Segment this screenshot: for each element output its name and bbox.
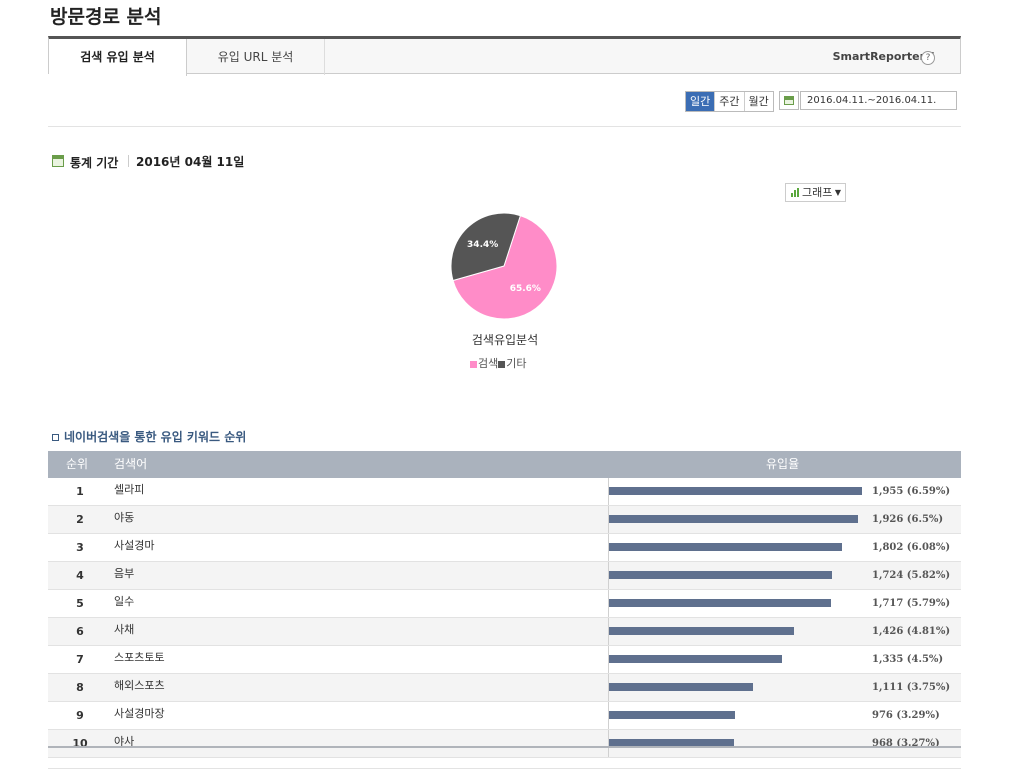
- row-keyword[interactable]: 야사: [114, 730, 134, 754]
- row-keyword[interactable]: 음부: [114, 562, 134, 586]
- pie-label-other: 34.4%: [467, 240, 498, 250]
- legend-item-other: 기타: [498, 355, 527, 371]
- inflow-bar: [609, 487, 862, 495]
- page-title: 방문경로 분석: [50, 6, 162, 28]
- help-icon[interactable]: ?: [921, 51, 935, 65]
- table-header: 순위 검색어 유입율: [48, 451, 961, 478]
- row-keyword[interactable]: 야동: [114, 506, 134, 530]
- row-rank: 5: [76, 597, 84, 610]
- period-toggle: 일간 주간 월간: [685, 91, 774, 112]
- graph-toggle-button[interactable]: 그래프 ▼: [785, 183, 846, 202]
- tab-bar: 검색 유입 분석 유입 URL 분석 SmartReporter™ ?: [48, 36, 961, 76]
- inflow-bar: [609, 711, 735, 719]
- row-inflow-value: 1,724 (5.82%): [872, 570, 951, 581]
- row-keyword[interactable]: 사설경마장: [114, 702, 165, 726]
- bar-chart-icon: [791, 188, 800, 197]
- table-row: 8 해외스포츠 1,111 (3.75%): [48, 674, 961, 702]
- pie-chart: 65.6% 34.4%: [450, 212, 558, 320]
- header-rank: 순위: [66, 457, 89, 471]
- inflow-bar: [609, 599, 831, 607]
- row-inflow-value: 1,335 (4.5%): [872, 654, 944, 665]
- table-row: 1 셀라피 1,955 (6.59%): [48, 478, 961, 506]
- keyword-section-title: 네이버검색을 통한 유입 키워드 순위: [52, 428, 246, 445]
- table-row: 3 사설경마 1,802 (6.08%): [48, 534, 961, 562]
- chart-title: 검색유입분석: [471, 333, 539, 347]
- calendar-small-icon: [52, 155, 64, 167]
- separator: [128, 155, 129, 167]
- row-inflow-value: 1,955 (6.59%): [872, 486, 951, 497]
- calendar-icon[interactable]: [779, 91, 799, 110]
- stats-period-date: 2016년 04월 11일: [136, 155, 245, 169]
- row-rank: 3: [76, 541, 84, 554]
- inflow-bar: [609, 515, 858, 523]
- row-rank: 9: [76, 709, 84, 722]
- header-keyword: 검색어: [114, 457, 148, 471]
- row-keyword[interactable]: 해외스포츠: [114, 674, 165, 698]
- inflow-bar: [609, 655, 782, 663]
- period-monthly-button[interactable]: 월간: [744, 92, 773, 111]
- table-row: 9 사설경마장 976 (3.29%): [48, 702, 961, 730]
- table-row: 10 야사 968 (3.27%): [48, 730, 961, 758]
- inflow-bar: [609, 571, 832, 579]
- graph-toggle-label: 그래프: [802, 186, 833, 199]
- row-inflow-value: 976 (3.29%): [872, 710, 940, 721]
- table-body: 1 셀라피 1,955 (6.59%) 2 야동 1,926 (6.5%) 3 사설경마 1,8…: [48, 478, 961, 758]
- inflow-bar: [609, 627, 794, 635]
- stats-period-label: 통계 기간: [70, 156, 119, 170]
- row-rank: 8: [76, 681, 84, 694]
- table-row: 6 사채 1,426 (4.81%): [48, 618, 961, 646]
- row-rank: 10: [72, 737, 88, 750]
- row-inflow-value: 1,717 (5.79%): [872, 598, 951, 609]
- header-inflow: 유입율: [766, 457, 800, 471]
- table-row: 5 일수 1,717 (5.79%): [48, 590, 961, 618]
- table-row: 7 스포츠토토 1,335 (4.5%): [48, 646, 961, 674]
- legend-swatch: [498, 360, 506, 368]
- row-inflow-value: 1,926 (6.5%): [872, 514, 944, 525]
- row-rank: 7: [76, 653, 84, 666]
- row-inflow-value: 968 (3.27%): [872, 738, 940, 749]
- period-daily-button[interactable]: 일간: [686, 92, 716, 111]
- bullet-icon: [52, 434, 59, 441]
- row-inflow-value: 1,802 (6.08%): [872, 542, 951, 553]
- row-keyword[interactable]: 스포츠토토: [114, 646, 165, 670]
- table-row: 2 야동 1,926 (6.5%): [48, 506, 961, 534]
- inflow-bar: [609, 543, 842, 551]
- table-row: 4 음부 1,724 (5.82%): [48, 562, 961, 590]
- legend-item-search: 검색: [470, 355, 498, 371]
- date-range-field[interactable]: 2016.04.11.~2016.04.11.: [800, 91, 957, 110]
- tab-search-inflow[interactable]: 검색 유입 분석: [49, 39, 187, 76]
- row-rank: 1: [76, 485, 84, 498]
- period-weekly-button[interactable]: 주간: [715, 92, 745, 111]
- row-keyword[interactable]: 사설경마: [114, 534, 154, 558]
- divider: [48, 126, 961, 127]
- chevron-down-icon: ▼: [834, 188, 841, 197]
- row-rank: 2: [76, 513, 84, 526]
- tab-url-inflow[interactable]: 유입 URL 분석: [187, 39, 325, 75]
- row-rank: 6: [76, 625, 84, 638]
- row-inflow-value: 1,111 (3.75%): [872, 682, 951, 693]
- pie-label-search: 65.6%: [510, 284, 541, 294]
- row-inflow-value: 1,426 (4.81%): [872, 626, 951, 637]
- row-rank: 4: [76, 569, 84, 582]
- row-keyword[interactable]: 일수: [114, 590, 134, 614]
- inflow-bar: [609, 683, 753, 691]
- row-keyword[interactable]: 사채: [114, 618, 134, 642]
- chart-legend: 검색 기타: [470, 355, 527, 371]
- legend-swatch: [470, 360, 477, 368]
- divider: [48, 768, 961, 769]
- table-bottom-border: [48, 746, 961, 748]
- row-keyword[interactable]: 셀라피: [114, 478, 144, 502]
- keyword-table: 순위 검색어 유입율 1 셀라피 1,955 (6.59%) 2 야동 1,926 (6.…: [48, 451, 961, 758]
